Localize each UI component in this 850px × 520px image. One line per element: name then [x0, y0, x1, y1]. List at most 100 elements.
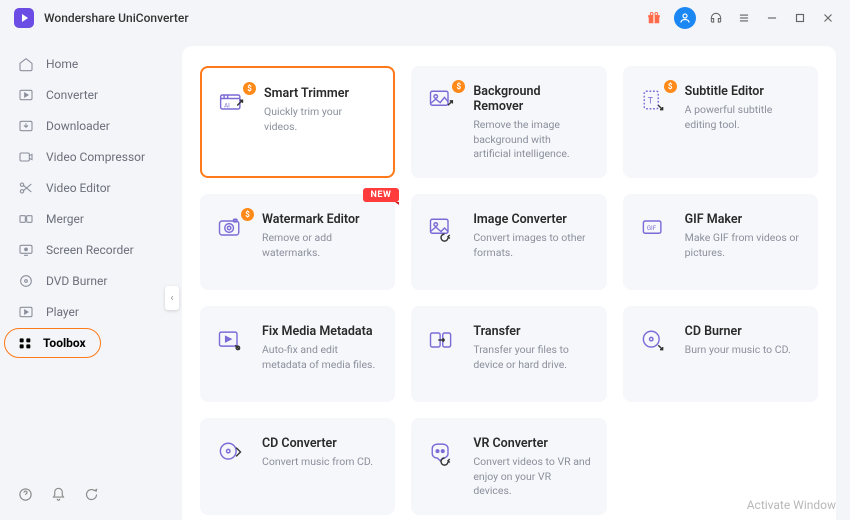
disc-icon	[18, 273, 34, 289]
tool-title: Subtitle Editor	[685, 84, 802, 99]
minimize-button[interactable]	[764, 10, 780, 26]
sidebar-item-compressor[interactable]: Video Compressor	[0, 141, 172, 172]
sidebar-item-downloader[interactable]: Downloader	[0, 110, 172, 141]
sidebar-item-label: Converter	[46, 88, 98, 102]
tool-card-gif-maker[interactable]: GIF GIF Maker Make GIF from videos or pi…	[623, 194, 818, 290]
pro-badge-icon: $	[452, 80, 465, 93]
sidebar-item-merger[interactable]: Merger	[0, 203, 172, 234]
svg-text:GIF: GIF	[647, 225, 657, 232]
user-avatar-icon[interactable]	[674, 7, 696, 29]
tool-body: GIF Maker Make GIF from videos or pictur…	[685, 212, 802, 274]
sidebar-item-label: DVD Burner	[46, 274, 107, 288]
tool-title: GIF Maker	[685, 212, 802, 227]
sidebar-footer	[0, 487, 172, 520]
tool-title: Watermark Editor	[262, 212, 379, 227]
sidebar-item-player[interactable]: Player	[0, 296, 172, 327]
tool-icon	[216, 326, 248, 358]
help-icon[interactable]	[18, 487, 33, 506]
tool-description: A powerful subtitle editing tool.	[685, 103, 802, 132]
pro-badge-icon: $	[664, 80, 677, 93]
svg-text:T: T	[647, 97, 653, 107]
tool-body: Background Remover Remove the image back…	[473, 84, 590, 162]
tool-title: CD Converter	[262, 436, 379, 451]
app-title: Wondershare UniConverter	[44, 11, 189, 25]
new-ribbon: NEW	[363, 188, 400, 202]
sidebar-item-label: Merger	[46, 212, 84, 226]
tool-card-image-converter[interactable]: Image Converter Convert images to other …	[411, 194, 606, 290]
menu-icon[interactable]	[736, 10, 752, 26]
support-icon[interactable]	[708, 10, 724, 26]
sidebar-item-editor[interactable]: Video Editor	[0, 172, 172, 203]
content-area: AI $ Smart Trimmer Quickly trim your vid…	[172, 36, 850, 520]
tool-icon: GIF	[639, 214, 671, 246]
tool-description: Auto-fix and edit metadata of media file…	[262, 343, 379, 372]
tool-body: Subtitle Editor A powerful subtitle edit…	[685, 84, 802, 162]
sidebar-item-converter[interactable]: Converter	[0, 79, 172, 110]
tool-title: VR Converter	[473, 436, 590, 451]
tool-card-transfer[interactable]: Transfer Transfer your files to device o…	[411, 306, 606, 402]
tool-body: Smart Trimmer Quickly trim your videos.	[264, 86, 377, 160]
tool-icon: AI $	[218, 88, 250, 120]
feedback-icon[interactable]	[84, 487, 99, 506]
tool-icon: T $	[639, 86, 671, 118]
tool-description: Convert music from CD.	[262, 455, 379, 470]
tool-title: CD Burner	[685, 324, 802, 339]
sidebar-item-home[interactable]: Home	[0, 48, 172, 79]
sidebar-item-label: Video Compressor	[46, 150, 145, 164]
sidebar-item-label: Home	[46, 57, 78, 71]
sidebar-item-toolbox[interactable]: Toolbox	[0, 327, 172, 358]
tool-card-cd-converter[interactable]: CD Converter Convert music from CD.	[200, 418, 395, 515]
main-area: Home Converter Downloader Video Compress…	[0, 36, 850, 520]
compressor-icon	[18, 149, 34, 165]
toolbox-panel: AI $ Smart Trimmer Quickly trim your vid…	[182, 46, 836, 520]
tool-card-cd-burner[interactable]: CD Burner Burn your music to CD.	[623, 306, 818, 402]
close-button[interactable]	[820, 10, 836, 26]
tool-card-fix-media-metadata[interactable]: Fix Media Metadata Auto-fix and edit met…	[200, 306, 395, 402]
merger-icon	[18, 211, 34, 227]
tool-card-background-remover[interactable]: $ Background Remover Remove the image ba…	[411, 66, 606, 178]
tool-card-vr-converter[interactable]: VR Converter Convert videos to VR and en…	[411, 418, 606, 515]
tool-description: Transfer your files to device or hard dr…	[473, 343, 590, 372]
tool-description: Remove or add watermarks.	[262, 231, 379, 260]
sidebar-item-recorder[interactable]: Screen Recorder	[0, 234, 172, 265]
bell-icon[interactable]	[51, 487, 66, 506]
tool-body: Fix Media Metadata Auto-fix and edit met…	[262, 324, 379, 386]
sidebar-item-label: Video Editor	[46, 181, 111, 195]
sidebar-item-dvd[interactable]: DVD Burner	[0, 265, 172, 296]
tool-title: Fix Media Metadata	[262, 324, 379, 339]
tool-icon	[427, 326, 459, 358]
download-icon	[18, 118, 34, 134]
tool-icon	[216, 438, 248, 470]
tool-icon	[427, 438, 459, 470]
converter-icon	[18, 87, 34, 103]
recorder-icon	[18, 242, 34, 258]
tool-description: Burn your music to CD.	[685, 343, 802, 358]
tool-body: Watermark Editor Remove or add watermark…	[262, 212, 379, 274]
tool-description: Convert videos to VR and enjoy on your V…	[473, 455, 590, 499]
titlebar: Wondershare UniConverter	[0, 0, 850, 36]
tool-title: Image Converter	[473, 212, 590, 227]
tool-card-watermark-editor[interactable]: $ Watermark Editor Remove or add waterma…	[200, 194, 395, 290]
tool-title: Transfer	[473, 324, 590, 339]
tool-body: CD Burner Burn your music to CD.	[685, 324, 802, 386]
tool-body: VR Converter Convert videos to VR and en…	[473, 436, 590, 499]
pro-badge-icon: $	[241, 208, 254, 221]
maximize-button[interactable]	[792, 10, 808, 26]
tool-description: Convert images to other formats.	[473, 231, 590, 260]
tool-icon	[639, 326, 671, 358]
tool-description: Remove the image background with artific…	[473, 118, 590, 162]
titlebar-actions	[646, 7, 836, 29]
tool-card-subtitle-editor[interactable]: T $ Subtitle Editor A powerful subtitle …	[623, 66, 818, 178]
tool-body: Transfer Transfer your files to device o…	[473, 324, 590, 386]
pro-badge-icon: $	[243, 82, 256, 95]
scissors-icon	[18, 180, 34, 196]
tool-card-smart-trimmer[interactable]: AI $ Smart Trimmer Quickly trim your vid…	[200, 66, 395, 178]
sidebar-collapse-handle[interactable]: ‹	[165, 286, 179, 310]
gift-icon[interactable]	[646, 10, 662, 26]
home-icon	[18, 56, 34, 72]
tool-title: Background Remover	[473, 84, 590, 114]
sidebar: Home Converter Downloader Video Compress…	[0, 36, 172, 520]
tool-description: Make GIF from videos or pictures.	[685, 231, 802, 260]
sidebar-item-label: Downloader	[46, 119, 110, 133]
toolbox-icon	[17, 335, 33, 351]
